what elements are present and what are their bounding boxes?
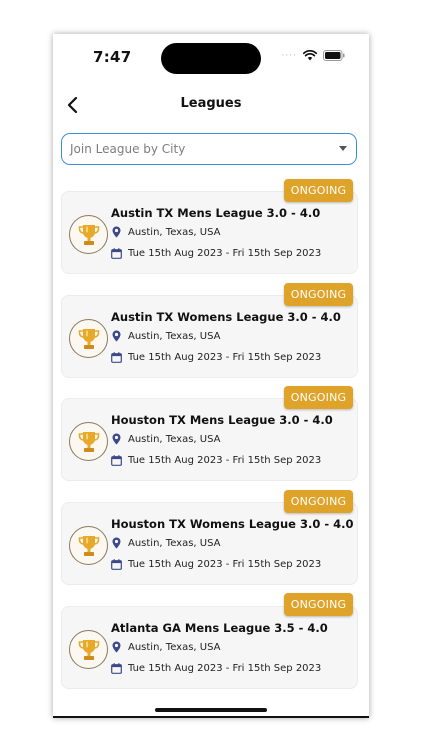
phone-screen: 7:47 ···· Leagues Join League by City Au… xyxy=(53,34,369,718)
status-badge: ONGOING xyxy=(284,283,353,306)
league-location: Austin, Texas, USA xyxy=(128,537,221,549)
trophy-icon xyxy=(69,630,108,669)
league-location: Austin, Texas, USA xyxy=(128,330,221,342)
league-location: Austin, Texas, USA xyxy=(128,641,221,653)
location-row: Austin, Texas, USA xyxy=(111,433,220,445)
status-badge: ONGOING xyxy=(284,179,353,202)
league-dates: Tue 15th Aug 2023 - Fri 15th Sep 2023 xyxy=(128,351,322,363)
league-dates: Tue 15th Aug 2023 - Fri 15th Sep 2023 xyxy=(128,662,322,674)
league-name: Atlanta GA Mens League 3.5 - 4.0 xyxy=(111,621,328,635)
status-badge: ONGOING xyxy=(284,593,353,616)
trophy-icon xyxy=(69,215,108,254)
league-list: Austin TX Mens League 3.0 - 4.0 Austin, … xyxy=(53,34,369,718)
map-pin-icon xyxy=(111,537,122,549)
location-row: Austin, Texas, USA xyxy=(111,641,220,653)
league-dates: Tue 15th Aug 2023 - Fri 15th Sep 2023 xyxy=(128,454,322,466)
phone-bezel-line xyxy=(53,716,369,718)
trophy-icon xyxy=(69,319,108,358)
league-location: Austin, Texas, USA xyxy=(128,226,221,238)
date-row: Tue 15th Aug 2023 - Fri 15th Sep 2023 xyxy=(111,247,321,259)
league-name: Austin TX Mens League 3.0 - 4.0 xyxy=(111,206,321,220)
map-pin-icon xyxy=(111,226,122,238)
league-card[interactable]: Houston TX Womens League 3.0 - 4.0 Austi… xyxy=(61,502,358,585)
calendar-icon xyxy=(111,454,122,466)
home-indicator[interactable] xyxy=(155,708,267,712)
calendar-icon xyxy=(111,247,122,259)
league-card[interactable]: Austin TX Mens League 3.0 - 4.0 Austin, … xyxy=(61,191,358,274)
status-badge: ONGOING xyxy=(284,490,353,513)
status-badge: ONGOING xyxy=(284,386,353,409)
date-row: Tue 15th Aug 2023 - Fri 15th Sep 2023 xyxy=(111,454,321,466)
calendar-icon xyxy=(111,558,122,570)
map-pin-icon xyxy=(111,330,122,342)
date-row: Tue 15th Aug 2023 - Fri 15th Sep 2023 xyxy=(111,351,321,363)
location-row: Austin, Texas, USA xyxy=(111,330,220,342)
map-pin-icon xyxy=(111,641,122,653)
date-row: Tue 15th Aug 2023 - Fri 15th Sep 2023 xyxy=(111,662,321,674)
calendar-icon xyxy=(111,662,122,674)
trophy-icon xyxy=(69,422,108,461)
league-location: Austin, Texas, USA xyxy=(128,433,221,445)
league-dates: Tue 15th Aug 2023 - Fri 15th Sep 2023 xyxy=(128,558,322,570)
date-row: Tue 15th Aug 2023 - Fri 15th Sep 2023 xyxy=(111,558,321,570)
league-name: Houston TX Mens League 3.0 - 4.0 xyxy=(111,413,333,427)
league-card[interactable]: Atlanta GA Mens League 3.5 - 4.0 Austin,… xyxy=(61,606,358,689)
location-row: Austin, Texas, USA xyxy=(111,226,220,238)
league-card[interactable]: Houston TX Mens League 3.0 - 4.0 Austin,… xyxy=(61,398,358,481)
league-name: Austin TX Womens League 3.0 - 4.0 xyxy=(111,310,341,324)
calendar-icon xyxy=(111,351,122,363)
trophy-icon xyxy=(69,526,108,565)
map-pin-icon xyxy=(111,433,122,445)
location-row: Austin, Texas, USA xyxy=(111,537,220,549)
league-name: Houston TX Womens League 3.0 - 4.0 xyxy=(111,517,354,531)
league-card[interactable]: Austin TX Womens League 3.0 - 4.0 Austin… xyxy=(61,295,358,378)
league-dates: Tue 15th Aug 2023 - Fri 15th Sep 2023 xyxy=(128,247,322,259)
